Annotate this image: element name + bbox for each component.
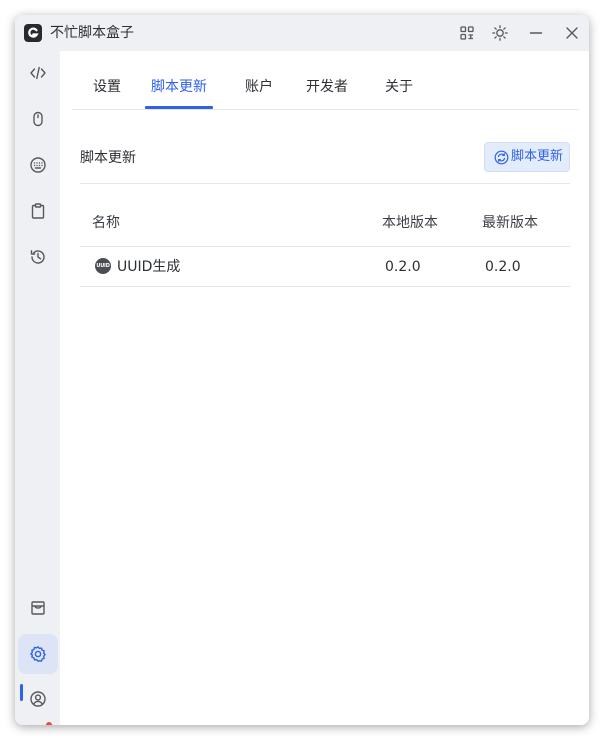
app-title: 不忙脚本盒子 [50,25,134,41]
header-name: 名称 [92,215,120,231]
sidebar-item-clipboard[interactable] [18,191,58,231]
row-name: UUID生成 [117,259,181,275]
header-latest-version: 最新版本 [482,215,538,231]
refresh-icon [494,150,509,165]
table-header: 名称 本地版本 最新版本 [80,201,570,247]
tab-developer[interactable]: 开发者 [302,77,352,97]
user-icon [30,691,46,707]
table-row[interactable]: UUID UUID生成 0.2.0 0.2.0 [80,247,570,287]
tab-script-update[interactable]: 脚本更新 [145,77,213,97]
sidebar-item-mouse[interactable] [18,99,58,139]
main-content: 设置 脚本更新 账户 开发者 关于 脚本更新 脚本更新 名称 本地版本 最新版本 [60,51,589,725]
sidebar-item-code[interactable] [18,53,58,93]
code-icon [30,66,46,80]
mouse-icon [33,111,43,127]
notification-dot [46,722,52,725]
update-scripts-button[interactable]: 脚本更新 [484,142,570,172]
sidebar-item-user[interactable] [18,679,58,719]
keyboard-icon [30,157,46,173]
sidebar-item-settings[interactable] [18,634,58,674]
tab-bar: 设置 脚本更新 账户 开发者 关于 [72,51,579,110]
sun-icon[interactable] [491,24,509,42]
grid-icon[interactable] [458,24,476,42]
sidebar [15,51,60,725]
sidebar-item-keyboard[interactable] [18,145,58,185]
sidebar-item-history[interactable] [18,237,58,277]
close-icon[interactable] [563,24,581,42]
history-icon [30,250,45,264]
sidebar-item-store[interactable] [18,588,58,628]
tab-about[interactable]: 关于 [382,77,416,97]
update-scripts-label: 脚本更新 [511,149,564,164]
active-tab-underline [145,106,213,109]
row-latest-version: 0.2.0 [485,259,521,275]
tab-settings[interactable]: 设置 [90,77,124,97]
section-title: 脚本更新 [80,150,136,166]
app-window: 不忙脚本盒子 设置 脚本更新 账户 开发者 关于 脚本更新 脚本更新 名称 本地… [15,15,589,725]
tab-account[interactable]: 账户 [242,77,276,97]
header-local-version: 本地版本 [382,215,438,231]
section-divider [80,183,570,184]
clipboard-icon [31,203,45,219]
app-logo-icon [24,24,42,42]
title-bar[interactable]: 不忙脚本盒子 [15,15,589,51]
scripts-table: 名称 本地版本 最新版本 UUID UUID生成 0.2.0 0.2.0 [80,201,570,287]
settings-icon [30,646,46,662]
row-local-version: 0.2.0 [385,259,421,275]
store-icon [31,601,45,615]
minimize-icon[interactable] [527,24,545,42]
uuid-script-icon: UUID [95,258,111,274]
